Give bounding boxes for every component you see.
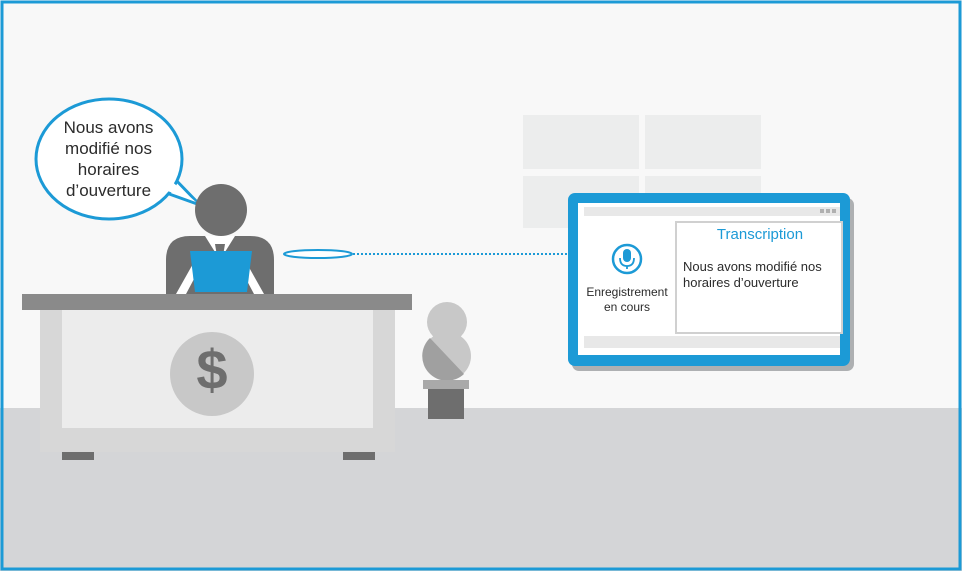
speech-line-2: modifié nos: [65, 139, 152, 158]
illustration-frame: Nous avons modifié nos horaires d’ouvert…: [0, 0, 962, 571]
recording-device: [283, 249, 353, 259]
speech-line-3: horaires: [77, 160, 140, 179]
recording-status-line-1: Enregistrement: [586, 285, 668, 299]
potted-plant: [422, 302, 471, 419]
transcription-title: Transcription: [716, 226, 804, 243]
speech-line-4: d’ouverture: [65, 181, 152, 200]
transcript-line-1: Nous avons modifié nos: [683, 259, 822, 274]
speech-line-1: Nous avons: [63, 118, 154, 137]
recording-status-line-2: en cours: [603, 300, 651, 314]
dollar-sign-glyph: $: [196, 338, 228, 401]
window-controls-icon: [820, 209, 836, 213]
microphone-icon: [611, 243, 643, 275]
transcript-line-2: horaires d’ouverture: [683, 275, 799, 290]
